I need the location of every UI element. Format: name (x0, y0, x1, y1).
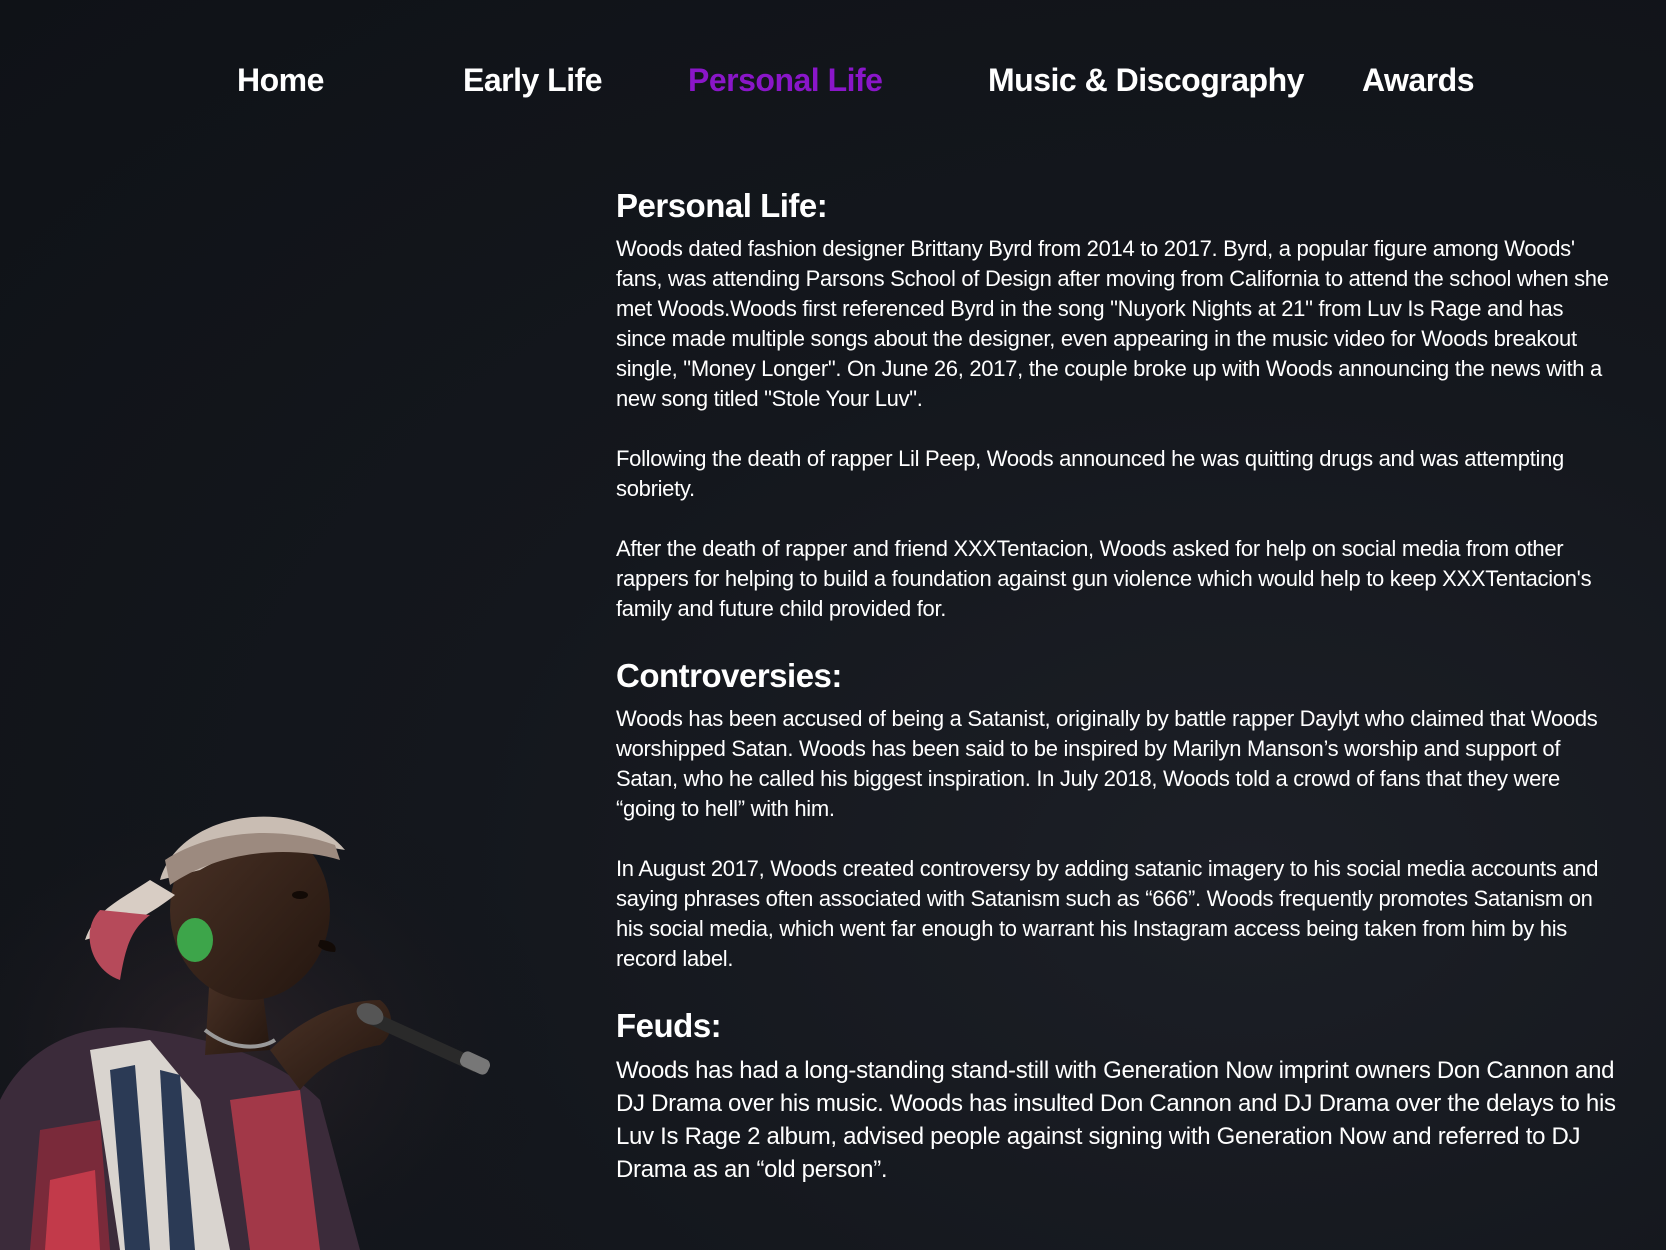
main-content: Personal Life: Woods dated fashion desig… (616, 186, 1616, 1218)
nav-early-life[interactable]: Early Life (463, 62, 603, 99)
section-title: Controversies: (616, 657, 842, 694)
main-nav: Home Early Life Personal Life Music & Di… (0, 62, 1666, 112)
paragraph: Woods has had a long-standing stand-stil… (616, 1057, 1616, 1183)
paragraph: Woods dated fashion designer Brittany By… (616, 236, 1609, 411)
section-title: Personal Life: (616, 187, 828, 224)
feuds-section: Feuds: Woods has had a long-standing sta… (616, 1006, 1616, 1186)
paragraph: Woods has been accused of being a Satani… (616, 706, 1598, 821)
performer-photo (0, 800, 560, 1250)
nav-home[interactable]: Home (237, 62, 324, 99)
paragraph: Following the death of rapper Lil Peep, … (616, 446, 1564, 501)
paragraph: In August 2017, Woods created controvers… (616, 856, 1599, 971)
nav-personal-life[interactable]: Personal Life (688, 62, 883, 99)
paragraph: After the death of rapper and friend XXX… (616, 536, 1592, 621)
controversies-section: Controversies: Woods has been accused of… (616, 656, 1616, 974)
nav-music-discography[interactable]: Music & Discography (988, 62, 1304, 99)
nav-awards[interactable]: Awards (1362, 62, 1475, 99)
section-title: Feuds: (616, 1007, 722, 1044)
personal-life-section: Personal Life: Woods dated fashion desig… (616, 186, 1616, 624)
